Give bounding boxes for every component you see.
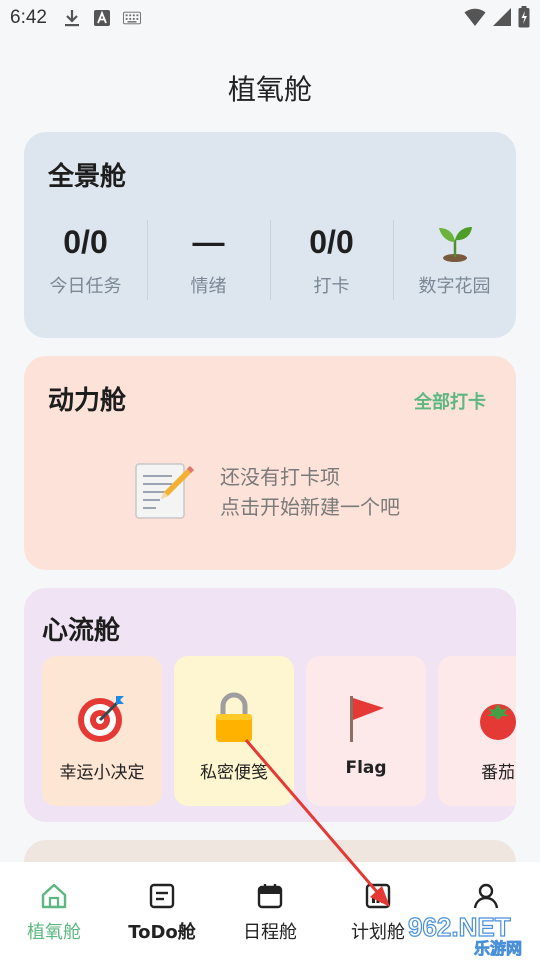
stat-digital-garden[interactable]: 数字花园 — [393, 220, 516, 300]
house-icon — [41, 883, 67, 909]
stat-label: 情绪 — [190, 276, 227, 297]
flow-card: 心流舱 幸运小决定 私密便笺 Flag 番茄 — [24, 588, 516, 822]
nav-home[interactable]: 植氧舱 — [0, 862, 108, 960]
status-indicators — [464, 6, 530, 32]
stat-label: 今日任务 — [49, 276, 122, 297]
power-title: 动力舱 — [48, 386, 127, 416]
watermark-line1: 962.NET — [408, 912, 511, 942]
memo-icon — [132, 458, 196, 526]
power-card: 动力舱 全部打卡 还没有打卡项 点击开始新建一个吧 — [24, 356, 516, 570]
nav-label: 计划舱 — [351, 922, 405, 943]
person-icon — [473, 883, 499, 909]
wifi-icon — [464, 7, 486, 31]
download-icon — [63, 9, 81, 27]
empty-hint-line1: 还没有打卡项 — [220, 465, 340, 489]
tile-label: 番茄 — [481, 763, 515, 783]
stat-checkin[interactable]: 0/0 打卡 — [270, 220, 393, 300]
tile-tomato[interactable]: 番茄 — [438, 656, 516, 806]
flow-title: 心流舱 — [42, 616, 121, 646]
tile-private-note[interactable]: 私密便笺 — [174, 656, 294, 806]
stat-today-tasks[interactable]: 0/0 今日任务 — [24, 220, 147, 300]
keyboard-icon — [122, 9, 141, 27]
stat-label: 数字花园 — [418, 276, 491, 297]
battery-icon — [518, 6, 530, 32]
checkin-all-button[interactable]: 全部打卡 — [414, 388, 486, 414]
nav-label: 日程舱 — [243, 922, 297, 943]
seedling-icon — [433, 220, 477, 264]
nav-todo[interactable]: ToDo舱 — [108, 862, 216, 960]
text-a-icon — [93, 9, 111, 27]
calendar-icon — [257, 884, 283, 909]
empty-hint[interactable]: 还没有打卡项 点击开始新建一个吧 — [220, 462, 400, 522]
tile-label: 私密便笺 — [200, 763, 268, 783]
panorama-stats: 0/0 今日任务 — 情绪 0/0 打卡 数字花园 — [24, 220, 516, 300]
tile-flag[interactable]: Flag — [306, 656, 426, 806]
flag-icon — [344, 692, 388, 744]
panorama-title: 全景舱 — [48, 162, 127, 192]
flow-tiles[interactable]: 幸运小决定 私密便笺 Flag 番茄 — [42, 656, 516, 806]
target-icon — [76, 692, 128, 744]
watermark-logo: 962.NET 乐游网 — [404, 910, 534, 958]
page-title: 植氧舱 — [227, 73, 312, 106]
signal-icon — [492, 7, 512, 31]
nav-label: ToDo舱 — [128, 922, 196, 943]
status-time: 6:42 — [10, 7, 47, 28]
stat-value: 0/0 — [63, 224, 108, 260]
tomato-icon — [476, 692, 516, 744]
tile-label: 幸运小决定 — [59, 763, 145, 783]
stat-value: 0/0 — [309, 224, 354, 260]
chart-icon — [365, 883, 391, 909]
stat-value: — — [192, 224, 225, 260]
watermark-line2: 乐游网 — [474, 939, 522, 956]
stat-label: 打卡 — [313, 276, 350, 297]
tile-label: Flag — [345, 758, 387, 778]
lock-icon — [212, 692, 256, 744]
stat-mood[interactable]: — 情绪 — [147, 220, 270, 300]
status-bar: 6:42 — [0, 0, 540, 36]
todo-icon — [149, 883, 175, 909]
nav-schedule[interactable]: 日程舱 — [216, 862, 324, 960]
panorama-card[interactable]: 全景舱 0/0 今日任务 — 情绪 0/0 打卡 数字花园 — [24, 132, 516, 338]
nav-label: 植氧舱 — [27, 922, 81, 943]
empty-hint-line2: 点击开始新建一个吧 — [220, 495, 400, 519]
tile-lucky-decision[interactable]: 幸运小决定 — [42, 656, 162, 806]
